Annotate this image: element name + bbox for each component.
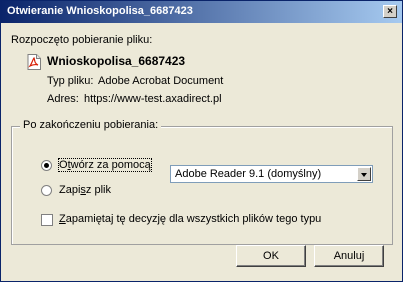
intro-text: Rozpoczęto pobieranie pliku:: [11, 34, 153, 46]
dialog-body: Rozpoczęto pobieranie pliku: Wnioskopoli…: [1, 23, 402, 281]
application-selected: Adobe Reader 9.1 (domyślny): [175, 168, 322, 180]
open-with-label-part2: wórz za pomocą: [70, 159, 151, 171]
save-file-label[interactable]: Zapisz plik: [59, 184, 111, 196]
open-with-label[interactable]: Otwórz za pomocą: [58, 158, 152, 172]
close-button[interactable]: ×: [383, 5, 397, 18]
remember-checkbox[interactable]: [41, 214, 53, 226]
download-dialog: Otwieranie Wnioskopolisa_6687423 × Rozpo…: [0, 0, 403, 282]
save-file-radio[interactable]: [41, 185, 52, 196]
remember-accesskey: Z: [59, 213, 66, 225]
cancel-button[interactable]: Anuluj: [314, 245, 384, 267]
chevron-down-icon[interactable]: [357, 167, 371, 181]
title-bar[interactable]: Otwieranie Wnioskopolisa_6687423 ×: [1, 1, 402, 23]
after-download-group: Po zakończeniu pobierania: Otwórz za pom…: [11, 119, 393, 245]
pdf-file-icon: [27, 54, 41, 70]
file-type-value: Adobe Acrobat Document: [98, 75, 224, 87]
remember-label[interactable]: Zapamiętaj tę decyzję dla wszystkich pli…: [59, 213, 321, 225]
ok-button[interactable]: OK: [236, 245, 306, 267]
open-with-radio[interactable]: [41, 160, 52, 171]
address-value: https://www-test.axadirect.pl: [84, 93, 222, 105]
save-label-part2: z plik: [85, 184, 111, 196]
save-label-part1: Zapi: [59, 184, 81, 196]
address-label: Adres:: [47, 93, 79, 105]
window-title: Otwieranie Wnioskopolisa_6687423: [7, 5, 193, 17]
open-with-label-part1: O: [59, 159, 68, 171]
file-name: Wnioskopolisa_6687423: [47, 54, 186, 68]
close-icon: ×: [387, 6, 393, 17]
remember-label-part2: apamiętaj tę decyzję dla wszystkich plik…: [65, 213, 322, 225]
file-type-label: Typ pliku:: [47, 75, 94, 87]
application-select[interactable]: Adobe Reader 9.1 (domyślny): [170, 165, 373, 183]
group-legend: Po zakończeniu pobierania:: [20, 119, 162, 131]
